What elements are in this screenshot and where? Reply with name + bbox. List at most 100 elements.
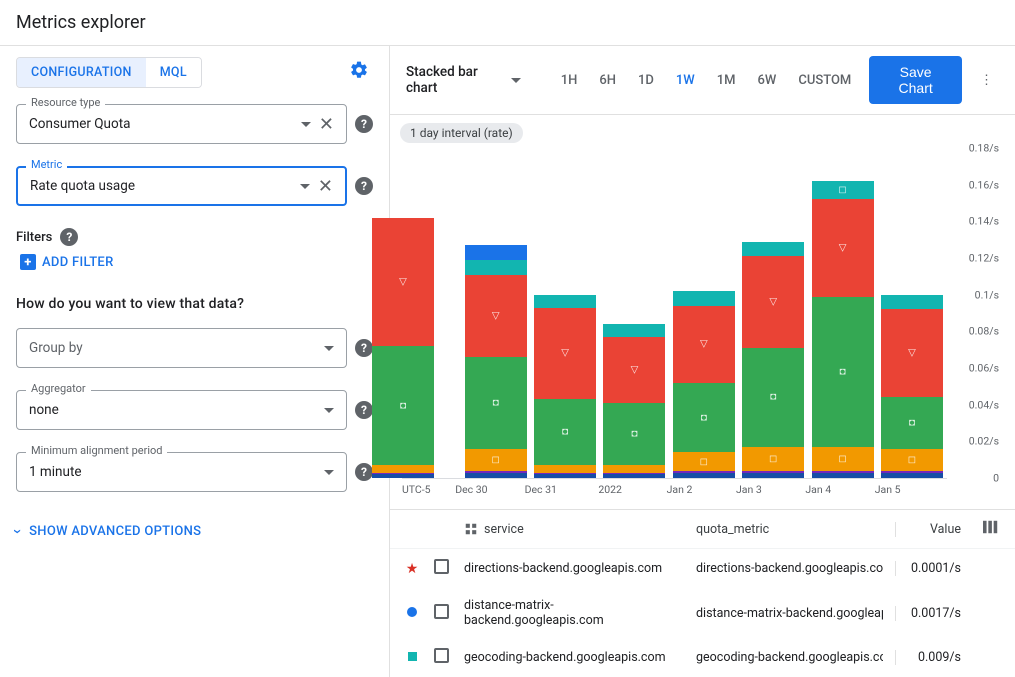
time-range-tabs: 1H6H1D1W1M6WCUSTOM — [551, 67, 862, 94]
legend-checkbox[interactable] — [434, 648, 449, 663]
metric-help-icon[interactable]: ? — [355, 177, 373, 195]
legend-columns-icon[interactable] — [979, 520, 1003, 538]
bar-mark-icon: ▽ — [631, 364, 639, 375]
range-tab-1m[interactable]: 1M — [707, 67, 746, 94]
bar-segment — [603, 474, 665, 478]
bar-segment: ◻ — [881, 449, 943, 471]
resource-type-select[interactable]: Consumer Quota ✕ — [16, 104, 347, 144]
bar-segment: ◻ — [812, 181, 874, 199]
bar-segment — [742, 242, 804, 257]
range-tab-1h[interactable]: 1H — [551, 67, 588, 94]
bar-segment — [534, 474, 596, 478]
bar-segment: ◘ — [372, 346, 434, 465]
bar-segment — [603, 465, 665, 472]
chart-type-select[interactable]: Stacked bar chart — [402, 60, 529, 100]
resource-type-help-icon[interactable]: ? — [355, 115, 373, 133]
bar-segment: ◘ — [603, 403, 665, 465]
aggregator-help-icon[interactable]: ? — [355, 401, 373, 419]
y-tick: 0.14/s — [969, 215, 999, 228]
x-tick: Dec 30 — [437, 483, 506, 496]
bar-segment: ◻ — [673, 452, 735, 470]
bar-segment — [465, 473, 527, 479]
aggregator-select[interactable]: none — [16, 390, 347, 430]
filters-help-icon[interactable]: ? — [60, 228, 78, 246]
group-by-icon — [464, 522, 478, 536]
metric-select[interactable]: Rate quota usage ✕ — [16, 166, 347, 206]
chart-plot[interactable]: 00.02/s0.04/s0.06/s0.08/s0.1/s0.12/s0.14… — [402, 149, 947, 479]
more-menu-icon[interactable]: ⋮ — [970, 67, 1003, 94]
bar-segment: ◘ — [465, 357, 527, 449]
bar[interactable]: ◘▽ — [534, 295, 596, 478]
group-by-select[interactable]: Group by — [16, 328, 347, 368]
bar-mark-icon: ▽ — [561, 348, 569, 359]
bar-segment — [372, 473, 434, 475]
resource-type-label: Resource type — [26, 96, 105, 109]
settings-gear-icon[interactable] — [345, 56, 373, 88]
bar-segment — [881, 471, 943, 473]
bar-mark-icon: ▽ — [399, 276, 407, 287]
group-by-help-icon[interactable]: ? — [355, 339, 373, 357]
bar[interactable]: ◻◘▽ — [742, 242, 804, 478]
min-align-help-icon[interactable]: ? — [355, 463, 373, 481]
bar-mark-icon: ◻ — [492, 454, 500, 465]
save-chart-button[interactable]: Save Chart — [869, 56, 962, 104]
dropdown-caret-icon — [324, 470, 334, 475]
tab-mql[interactable]: MQL — [146, 58, 201, 87]
y-tick: 0 — [993, 472, 999, 485]
show-advanced-options-button[interactable]: › SHOW ADVANCED OPTIONS — [16, 522, 201, 541]
bar-mark-icon: ◘ — [701, 412, 707, 423]
view-question: How do you want to view that data? — [16, 296, 373, 312]
interval-chip: 1 day interval (rate) — [400, 123, 523, 143]
bar[interactable]: ◻ ◘ ▽ — [673, 291, 735, 478]
legend-value: 0.0017/s — [895, 606, 967, 621]
legend-value-header[interactable]: Value — [895, 522, 967, 537]
min-align-select[interactable]: 1 minute — [16, 452, 347, 492]
clear-resource-type-icon[interactable]: ✕ — [315, 114, 338, 135]
legend-row[interactable]: distance-matrix-backend.googleapis.comdi… — [390, 588, 1015, 638]
range-tab-custom[interactable]: CUSTOM — [788, 67, 861, 94]
bar-segment: ◻ — [742, 447, 804, 471]
bar[interactable]: ◘▽ — [603, 324, 665, 478]
legend-service-header[interactable]: service — [484, 522, 524, 537]
bar[interactable]: ◘▽ — [372, 148, 434, 478]
bar-segment: ▽ — [881, 309, 943, 397]
legend-quota-header[interactable]: quota_metric — [696, 522, 883, 537]
range-tab-1d[interactable]: 1D — [628, 67, 664, 94]
y-tick: 0.08/s — [969, 325, 999, 338]
y-tick: 0.06/s — [969, 362, 999, 375]
bar-segment: ◘ — [881, 397, 943, 448]
y-tick: 0.18/s — [969, 142, 999, 155]
legend-value: 0.0001/s — [895, 561, 967, 576]
legend-service: distance-matrix-backend.googleapis.com — [464, 598, 684, 628]
bar-segment: ▽ — [673, 306, 735, 383]
bar[interactable]: ◻ ◘▽ — [881, 295, 943, 478]
bar-segment — [673, 291, 735, 306]
range-tab-6w[interactable]: 6W — [748, 67, 787, 94]
min-align-value: 1 minute — [29, 464, 320, 480]
bar-mark-icon: ◻ — [838, 185, 846, 196]
bar-segment: ◻ — [812, 447, 874, 471]
legend-row[interactable]: geocoding-backend.googleapis.comgeocodin… — [390, 638, 1015, 677]
chart-panel: Stacked bar chart 1H6H1D1W1M6WCUSTOM Sav… — [390, 46, 1015, 677]
bar[interactable]: ◻◘▽ — [465, 245, 527, 478]
range-tab-1w[interactable]: 1W — [666, 67, 705, 94]
range-tab-6h[interactable]: 6H — [589, 67, 626, 94]
dropdown-caret-icon — [324, 408, 334, 413]
add-filter-button[interactable]: + ADD FILTER — [20, 254, 114, 270]
metric-value: Rate quota usage — [30, 178, 296, 194]
configuration-panel: CONFIGURATION MQL Resource type Consumer… — [0, 46, 390, 677]
legend-row[interactable]: ★directions-backend.googleapis.comdirect… — [390, 549, 1015, 588]
bar-mark-icon: ◻ — [908, 454, 916, 465]
tab-configuration[interactable]: CONFIGURATION — [17, 58, 146, 87]
bar-segment: ◘ — [812, 297, 874, 447]
add-filter-label: ADD FILTER — [42, 255, 114, 270]
clear-metric-icon[interactable]: ✕ — [314, 176, 337, 197]
bar[interactable]: ◻◘▽◻ — [812, 181, 874, 478]
x-axis: UTC-5Dec 30Dec 312022Jan 2Jan 3Jan 4Jan … — [402, 479, 947, 496]
bar-segment — [465, 245, 527, 260]
legend-checkbox[interactable] — [434, 604, 449, 619]
bar-mark-icon: ▽ — [769, 297, 777, 308]
x-tick: 2022 — [575, 483, 644, 496]
legend-checkbox[interactable] — [434, 559, 449, 574]
bar-segment: ◻ — [465, 449, 527, 471]
